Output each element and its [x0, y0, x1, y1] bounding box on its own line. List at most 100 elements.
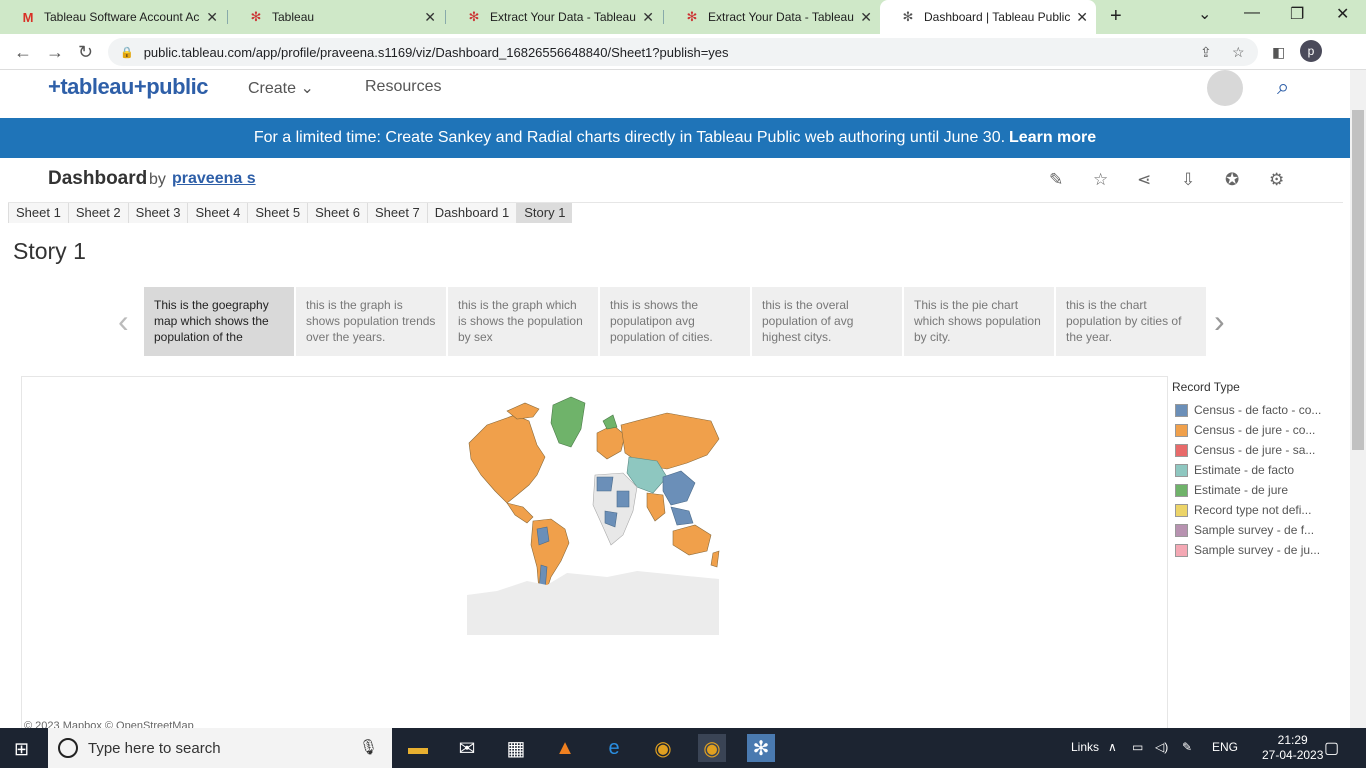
- chrome-profile-icon[interactable]: ◉: [698, 734, 726, 762]
- menu-resources[interactable]: Resources: [365, 78, 441, 96]
- language-indicator[interactable]: ENG: [1212, 740, 1238, 754]
- profile-avatar[interactable]: p: [1300, 40, 1322, 62]
- learn-more-link[interactable]: Learn more: [1009, 129, 1096, 147]
- browser-tab-extract-1[interactable]: ✻ Extract Your Data - Tableau ✕: [446, 0, 662, 34]
- tab-search-chevron-icon[interactable]: ⌄: [1198, 4, 1211, 24]
- close-window-icon[interactable]: ✕: [1336, 4, 1349, 24]
- url-text[interactable]: public.tableau.com/app/profile/praveena.…: [144, 45, 729, 60]
- tab-dashboard-1[interactable]: Dashboard 1: [426, 203, 517, 223]
- user-avatar[interactable]: [1207, 70, 1243, 106]
- tab-sheet-4[interactable]: Sheet 4: [187, 203, 248, 223]
- tab-story-1[interactable]: Story 1: [516, 203, 573, 223]
- microphone-icon[interactable]: 🎙: [359, 738, 378, 756]
- story-point-5[interactable]: this is the overal population of avg hig…: [752, 287, 902, 356]
- story-point-2[interactable]: this is the graph is shows population tr…: [296, 287, 446, 356]
- volume-icon[interactable]: ◁): [1155, 740, 1168, 754]
- restore-icon[interactable]: ❐: [1290, 4, 1304, 24]
- story-point-1[interactable]: This is the goegraphy map which shows th…: [144, 287, 294, 356]
- tab-sheet-2[interactable]: Sheet 2: [67, 203, 128, 223]
- share-icon[interactable]: ⋖: [1137, 170, 1151, 190]
- reload-icon[interactable]: ↻: [78, 42, 93, 63]
- edge-icon[interactable]: e: [600, 734, 628, 762]
- settings-gear-icon[interactable]: ⚙: [1269, 170, 1284, 190]
- east-asia[interactable]: [662, 470, 696, 506]
- chevron-up-icon[interactable]: ∧: [1108, 740, 1117, 754]
- tab-sheet-5[interactable]: Sheet 5: [247, 203, 308, 223]
- tableau-public-logo[interactable]: +tableau+public: [48, 74, 209, 100]
- windows-start-icon[interactable]: ⊞: [14, 739, 29, 760]
- side-panel-icon[interactable]: ◧: [1272, 44, 1285, 61]
- store-icon[interactable]: ▦: [502, 734, 530, 762]
- award-icon[interactable]: ✪: [1225, 170, 1239, 190]
- legend-item[interactable]: Estimate - de jure: [1172, 480, 1332, 500]
- world-map[interactable]: [467, 395, 727, 645]
- close-tab-icon[interactable]: ✕: [206, 9, 218, 26]
- taskbar-search[interactable]: Type here to search 🎙: [48, 728, 392, 768]
- share-icon[interactable]: ⇪: [1200, 44, 1212, 61]
- legend-item[interactable]: Census - de jure - co...: [1172, 420, 1332, 440]
- browser-tab-extract-2[interactable]: ✻ Extract Your Data - Tableau ✕: [664, 0, 880, 34]
- browser-tab-tableau[interactable]: ✻ Tableau ✕: [228, 0, 444, 34]
- download-icon[interactable]: ⇩: [1181, 170, 1195, 190]
- vlc-icon[interactable]: ▲: [551, 734, 579, 762]
- browser-tab-gmail[interactable]: M Tableau Software Account Ac ✕: [0, 0, 226, 34]
- tableau-icon: ✻: [468, 9, 480, 24]
- close-tab-icon[interactable]: ✕: [860, 9, 872, 26]
- system-clock[interactable]: 21:29 27-04-2023: [1262, 733, 1323, 763]
- favorite-star-icon[interactable]: ☆: [1093, 170, 1108, 190]
- close-tab-icon[interactable]: ✕: [424, 9, 436, 26]
- story-point-4[interactable]: this is shows the populatipon avg popula…: [600, 287, 750, 356]
- story-point-3[interactable]: this is the graph which is shows the pop…: [448, 287, 598, 356]
- viz-by-label: by: [149, 171, 166, 188]
- tableau-app-icon[interactable]: ✻: [747, 734, 775, 762]
- close-tab-icon[interactable]: ✕: [642, 9, 654, 26]
- scrollbar-thumb[interactable]: [1352, 110, 1364, 450]
- south-asia[interactable]: [646, 492, 666, 522]
- menu-create[interactable]: Create ⌄: [248, 78, 314, 98]
- east-africa[interactable]: [616, 490, 630, 508]
- north-america[interactable]: [468, 414, 546, 504]
- bookmark-star-icon[interactable]: ☆: [1232, 44, 1245, 61]
- story-prev-arrow-icon[interactable]: ‹: [118, 303, 129, 340]
- central-america[interactable]: [506, 502, 534, 524]
- pen-icon[interactable]: ✎: [1182, 740, 1192, 754]
- legend-item[interactable]: Census - de jure - sa...: [1172, 440, 1332, 460]
- story-point-7[interactable]: this is the chart population by cities o…: [1056, 287, 1206, 356]
- minimize-icon[interactable]: —: [1244, 4, 1260, 22]
- lock-icon[interactable]: 🔒: [120, 46, 134, 59]
- browser-tab-dashboard[interactable]: ✻ Dashboard | Tableau Public ✕: [880, 0, 1096, 34]
- file-explorer-icon[interactable]: ▬: [404, 734, 432, 762]
- europe[interactable]: [596, 424, 626, 460]
- southeast-asia[interactable]: [670, 506, 694, 526]
- greenland[interactable]: [550, 396, 586, 448]
- legend-label: Sample survey - de ju...: [1194, 543, 1321, 557]
- new-zealand[interactable]: [710, 550, 720, 568]
- tab-sheet-7[interactable]: Sheet 7: [366, 203, 427, 223]
- chrome-icon[interactable]: ◉: [649, 734, 677, 762]
- edit-icon[interactable]: ✎: [1049, 170, 1063, 190]
- tab-sheet-6[interactable]: Sheet 6: [307, 203, 367, 223]
- mail-icon[interactable]: ✉: [453, 734, 481, 762]
- scandinavia[interactable]: [602, 414, 618, 430]
- legend-item[interactable]: Estimate - de facto: [1172, 460, 1332, 480]
- links-toolbar[interactable]: Links: [1071, 740, 1099, 754]
- legend-item[interactable]: Record type not defi...: [1172, 500, 1332, 520]
- close-tab-icon[interactable]: ✕: [1076, 9, 1088, 26]
- legend-item[interactable]: Sample survey - de f...: [1172, 520, 1332, 540]
- viz-author-link[interactable]: praveena s: [172, 170, 256, 188]
- battery-icon[interactable]: ▭: [1132, 740, 1143, 754]
- legend-item[interactable]: Sample survey - de ju...: [1172, 540, 1332, 560]
- forward-arrow-icon[interactable]: →: [46, 42, 64, 63]
- legend-item[interactable]: Census - de facto - co...: [1172, 400, 1332, 420]
- back-arrow-icon[interactable]: ←: [14, 42, 32, 63]
- url-omnibox[interactable]: 🔒 public.tableau.com/app/profile/praveen…: [108, 38, 1258, 66]
- tab-sheet-1[interactable]: Sheet 1: [8, 203, 68, 223]
- australia[interactable]: [672, 524, 712, 556]
- north-africa[interactable]: [596, 476, 614, 492]
- search-icon[interactable]: ⌕: [1277, 74, 1289, 100]
- tab-sheet-3[interactable]: Sheet 3: [127, 203, 188, 223]
- story-point-6[interactable]: This is the pie chart which shows popula…: [904, 287, 1054, 356]
- notification-icon[interactable]: ▢: [1324, 738, 1339, 758]
- story-next-arrow-icon[interactable]: ›: [1214, 303, 1225, 340]
- new-tab-icon[interactable]: +: [1110, 5, 1122, 28]
